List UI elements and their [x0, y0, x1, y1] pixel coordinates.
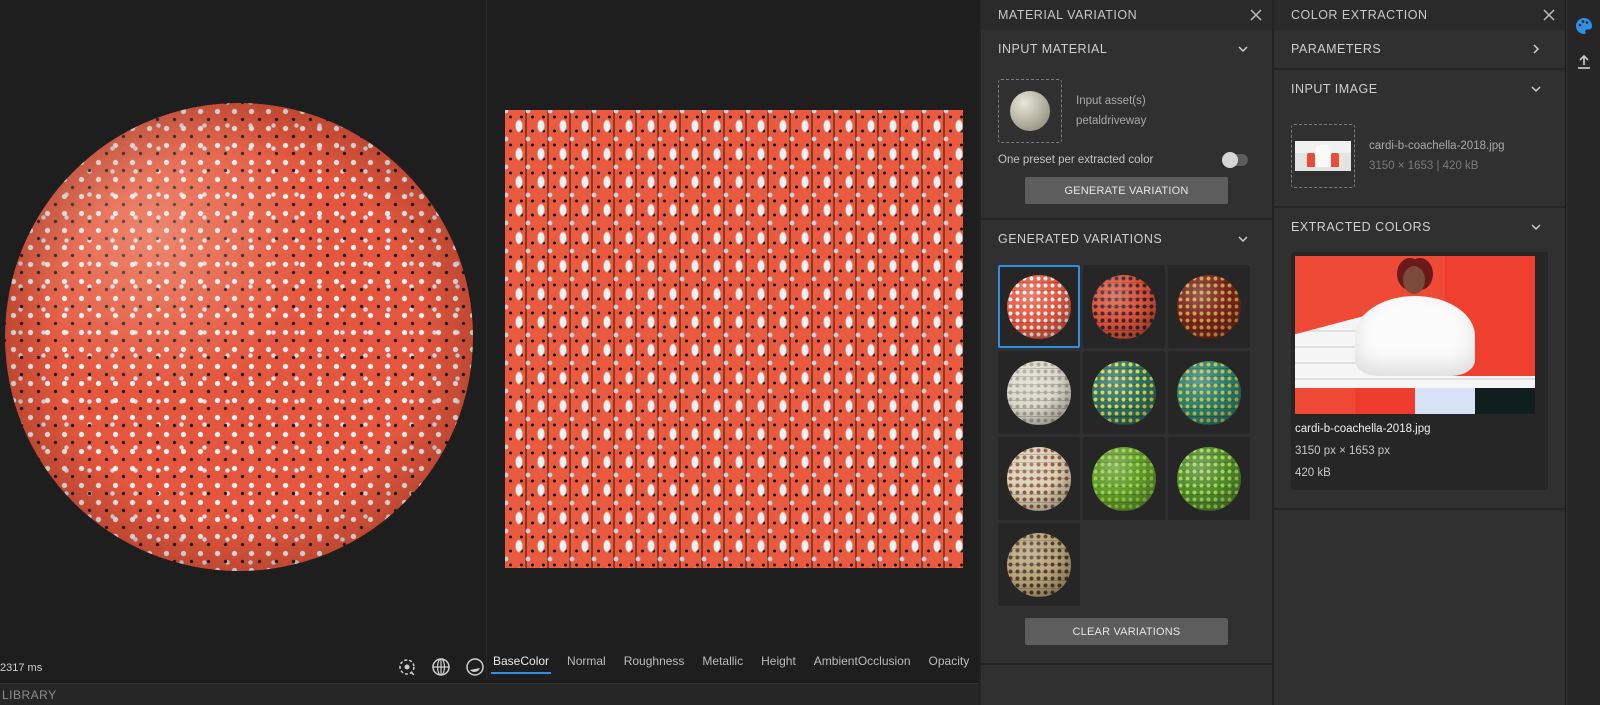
- asset-preview-sphere: [1010, 91, 1050, 131]
- right-tool-rail: [1566, 0, 1600, 705]
- render-time: 2317 ms: [0, 662, 43, 674]
- chevron-right-icon[interactable]: [1531, 44, 1541, 54]
- color-swatch[interactable]: [1475, 388, 1535, 414]
- channel-tab[interactable]: AmbientOcclusion: [812, 652, 913, 674]
- color-extraction-panel: COLOR EXTRACTION PARAMETERS INPUT IMAGE …: [1274, 0, 1565, 705]
- variation-thumbnail[interactable]: [998, 265, 1080, 348]
- variation-thumbnail[interactable]: [1083, 265, 1165, 348]
- channel-tab[interactable]: Opacity: [927, 652, 972, 674]
- close-icon[interactable]: [1543, 9, 1555, 21]
- section-title: PARAMETERS: [1291, 42, 1382, 56]
- chevron-down-icon[interactable]: [1531, 84, 1541, 94]
- variation-sphere: [1092, 360, 1156, 425]
- variation-thumbnail[interactable]: [1168, 437, 1250, 520]
- generated-variations-section-header[interactable]: GENERATED VARIATIONS: [981, 220, 1272, 258]
- image-preview: [1295, 141, 1351, 171]
- channel-tab[interactable]: Metallic: [700, 652, 745, 674]
- extracted-colors-section-header[interactable]: EXTRACTED COLORS: [1274, 208, 1565, 246]
- section-title: INPUT MATERIAL: [998, 42, 1108, 56]
- material-preview-sphere: [5, 103, 473, 571]
- input-asset-thumbnail[interactable]: [998, 79, 1062, 143]
- variation-sphere: [1177, 360, 1241, 425]
- variation-sphere: [1007, 532, 1071, 597]
- export-icon[interactable]: [1567, 44, 1600, 80]
- close-icon[interactable]: [1250, 9, 1262, 21]
- chevron-down-icon[interactable]: [1238, 44, 1248, 54]
- variation-sphere: [1007, 360, 1071, 425]
- panel-title: MATERIAL VARIATION: [998, 8, 1138, 22]
- variation-thumbnail[interactable]: [1083, 437, 1165, 520]
- material-variation-header: MATERIAL VARIATION: [981, 0, 1272, 30]
- variation-sphere: [1007, 446, 1071, 511]
- channel-tab[interactable]: Normal: [565, 652, 608, 674]
- color-swatch[interactable]: [1355, 388, 1415, 414]
- generate-variation-button[interactable]: GENERATE VARIATION: [1025, 177, 1228, 204]
- material-ball-icon[interactable]: [464, 656, 486, 678]
- chevron-down-icon[interactable]: [1531, 222, 1541, 232]
- asset-label: Input asset(s): [1076, 95, 1146, 107]
- channel-tab[interactable]: Roughness: [622, 652, 687, 674]
- variation-grid: [981, 258, 1272, 606]
- library-bar[interactable]: LIBRARY: [0, 683, 980, 705]
- extracted-dimensions: 3150 px × 1653 px: [1295, 445, 1390, 457]
- environment-icon[interactable]: [430, 656, 452, 678]
- section-title: GENERATED VARIATIONS: [998, 232, 1163, 246]
- palette-icon[interactable]: [1567, 8, 1600, 44]
- viewport-3d[interactable]: [0, 0, 486, 680]
- viewport-toolbar: [396, 656, 486, 678]
- panel-title: COLOR EXTRACTION: [1291, 8, 1428, 22]
- section-title: EXTRACTED COLORS: [1291, 220, 1431, 234]
- preset-per-color-toggle[interactable]: [1222, 152, 1248, 168]
- texture-preview: [505, 110, 963, 568]
- extracted-size: 420 kB: [1295, 467, 1331, 479]
- clear-variations-button[interactable]: CLEAR VARIATIONS: [1025, 618, 1228, 645]
- viewport-2d[interactable]: [486, 0, 980, 680]
- variation-sphere: [1177, 446, 1241, 511]
- channel-tabs: BaseColor Normal Roughness Metallic Height Am…: [486, 652, 980, 674]
- light-rotate-icon[interactable]: [396, 656, 418, 678]
- input-image-section-header[interactable]: INPUT IMAGE: [1274, 70, 1565, 108]
- parameters-section-header[interactable]: PARAMETERS: [1274, 30, 1565, 68]
- asset-name: petaldriveway: [1076, 115, 1147, 127]
- toggle-label: One preset per extracted color: [998, 154, 1154, 166]
- color-swatches: [1295, 388, 1535, 414]
- input-asset-row: Input asset(s) petaldriveway: [981, 68, 1272, 146]
- channel-tab[interactable]: BaseColor: [491, 652, 552, 674]
- section-title: INPUT IMAGE: [1291, 82, 1378, 96]
- variation-thumbnail[interactable]: [1168, 351, 1250, 434]
- chevron-down-icon[interactable]: [1238, 234, 1248, 244]
- image-meta: 3150 × 1653 | 420 kB: [1369, 160, 1479, 172]
- variation-sphere: [1092, 274, 1156, 339]
- variation-thumbnail[interactable]: [998, 523, 1080, 606]
- input-image-thumbnail[interactable]: [1291, 124, 1355, 188]
- color-swatch[interactable]: [1415, 388, 1475, 414]
- color-extraction-header: COLOR EXTRACTION: [1274, 0, 1565, 30]
- variation-sphere: [1092, 446, 1156, 511]
- variation-thumbnail[interactable]: [998, 351, 1080, 434]
- input-image-row: cardi-b-coachella-2018.jpg 3150 × 1653 |…: [1274, 108, 1565, 196]
- variation-thumbnail[interactable]: [998, 437, 1080, 520]
- material-variation-panel: MATERIAL VARIATION INPUT MATERIAL Input …: [981, 0, 1272, 705]
- extracted-colors-card[interactable]: cardi-b-coachella-2018.jpg 3150 px × 165…: [1291, 252, 1548, 490]
- extracted-file-name: cardi-b-coachella-2018.jpg: [1295, 423, 1431, 435]
- variation-thumbnail[interactable]: [1083, 351, 1165, 434]
- channel-tab[interactable]: Height: [759, 652, 798, 674]
- input-material-section-header[interactable]: INPUT MATERIAL: [981, 30, 1272, 68]
- variation-thumbnail[interactable]: [1168, 265, 1250, 348]
- variation-sphere: [1177, 274, 1241, 339]
- image-file-name: cardi-b-coachella-2018.jpg: [1369, 140, 1505, 152]
- color-swatch[interactable]: [1295, 388, 1355, 414]
- variation-sphere: [1007, 274, 1071, 339]
- preset-toggle-row: One preset per extracted color: [981, 146, 1272, 170]
